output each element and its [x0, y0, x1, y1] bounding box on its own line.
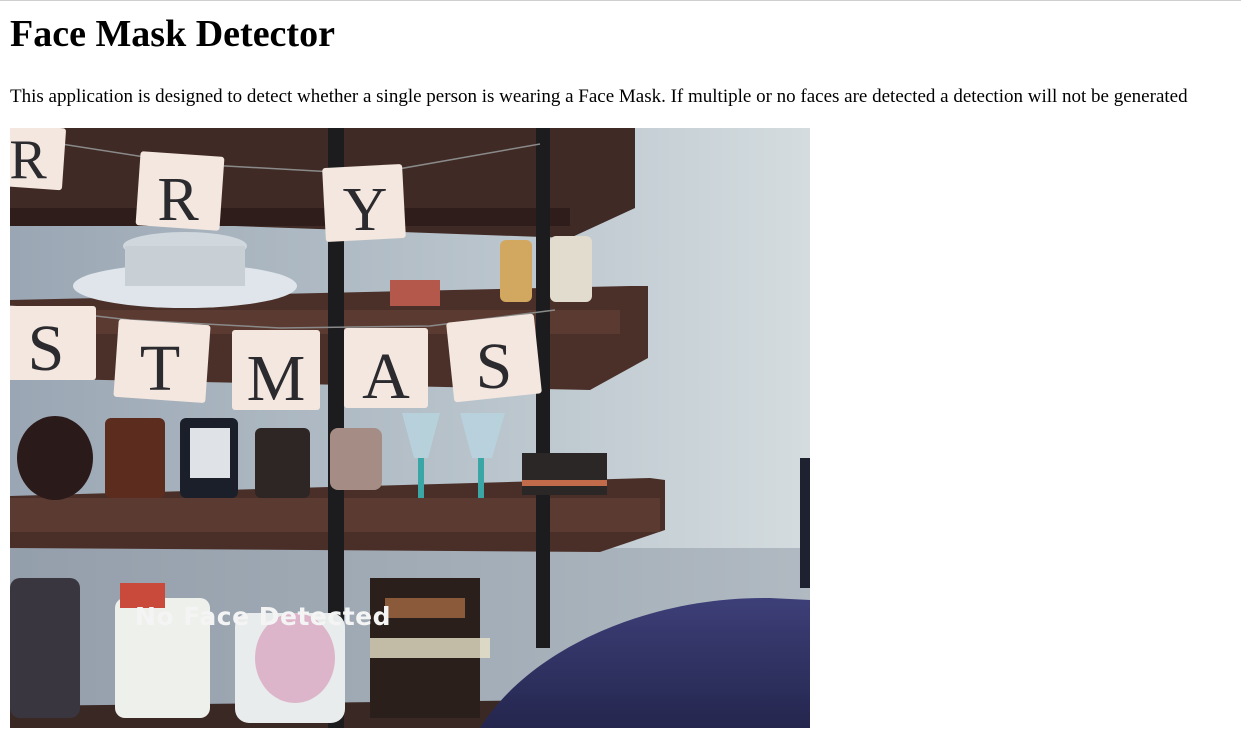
webcam-frame-image: R R Y S T M A S — [10, 128, 810, 728]
banner-card-r2: R — [135, 151, 225, 234]
banner-card-m: M — [232, 330, 320, 415]
banner-card-s1: S — [10, 306, 96, 385]
page-title: Face Mask Detector — [10, 13, 335, 55]
detection-status-overlay: No Face Detected — [135, 602, 391, 631]
webcam-feed: R R Y S T M A S No Face Detected — [10, 128, 810, 728]
svg-text:S: S — [28, 312, 65, 385]
banner-card-a: A — [344, 328, 428, 413]
svg-text:A: A — [362, 340, 410, 413]
banner-card-t: T — [113, 319, 211, 405]
svg-text:S: S — [476, 330, 513, 403]
svg-text:T: T — [140, 332, 180, 405]
svg-text:Y: Y — [343, 176, 388, 244]
svg-text:M: M — [247, 342, 306, 415]
banner-card-y: Y — [322, 164, 406, 244]
banner-card-s2: S — [446, 313, 542, 403]
page-description: This application is designed to detect w… — [10, 86, 1188, 107]
svg-text:R: R — [10, 129, 47, 191]
banner-card-r1: R — [10, 128, 66, 191]
top-divider — [0, 0, 1241, 1]
svg-text:R: R — [157, 166, 199, 234]
